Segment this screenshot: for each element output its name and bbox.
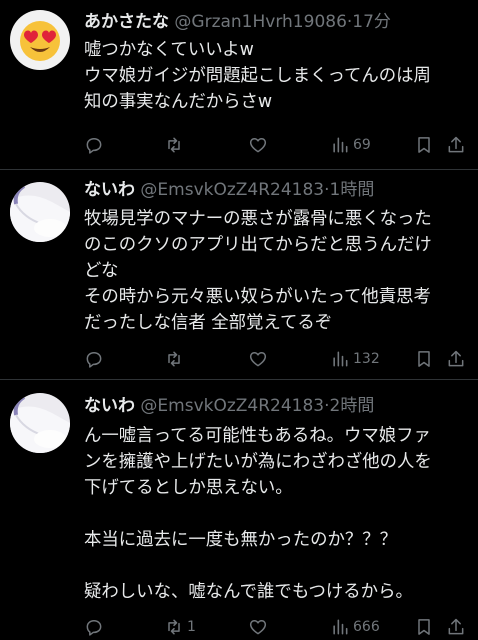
bar-chart-icon [333, 137, 348, 153]
display-name[interactable]: あかさたな [84, 12, 169, 32]
tweet-text-line: だったしな信者 全部覚えてるぞ [84, 313, 333, 333]
tweet-text: ん一嘘言ってる可能性もあるね。ウマ娘ファ ンを擁護や上げたいが為にわざわざ他の人… [84, 423, 472, 605]
bar-chart-icon [333, 351, 348, 367]
view-count: 69 [353, 137, 371, 153]
tweet[interactable]: あかさたな @Grzan1Hvrh19086·17分 嘘つかなくていいよw ウマ… [0, 0, 478, 170]
bar-chart-icon [333, 619, 348, 635]
tweet[interactable]: ないわ @EmsvkOzZ4R24183·1時間 牧場見学のマナーの悪さが露骨に… [0, 170, 478, 380]
like-button[interactable] [248, 348, 268, 370]
retweet-button[interactable] [164, 134, 184, 156]
display-name[interactable]: ないわ [84, 180, 135, 200]
share-icon [448, 618, 464, 635]
retweet-button[interactable] [164, 348, 184, 370]
tweet-text-line: ンを擁護や上げたいが為にわざわざ他の人を [84, 452, 432, 472]
reply-button[interactable] [84, 616, 104, 638]
retweet-icon [168, 351, 180, 367]
tweet-text-line: ん一嘘言ってる可能性もあるね。ウマ娘ファ [84, 426, 431, 446]
tweet-text-line: 本当に過去に一度も無かったのか？？？ [84, 530, 398, 550]
tweet-text-line: 疑わしいな、嘘なんで誰でもつけるから。 [84, 582, 413, 602]
tweet-text-line: 牧場見学のマナーの悪さが露骨に悪くなった [84, 209, 432, 229]
user-handle[interactable]: @EmsvkOzZ4R24183 [140, 180, 324, 200]
reply-icon [86, 138, 102, 154]
tweet-header: ないわ @EmsvkOzZ4R24183·1時間 [84, 178, 470, 202]
avatar[interactable] [10, 182, 70, 242]
retweet-count: 1 [187, 619, 196, 635]
tweet-text-line [84, 553, 472, 579]
heart-icon [249, 138, 267, 153]
avatar[interactable] [10, 393, 70, 453]
share-button[interactable] [446, 134, 466, 156]
bookmark-button[interactable] [414, 616, 434, 638]
reply-icon [86, 620, 102, 636]
reply-button[interactable] [84, 348, 104, 370]
share-button[interactable] [446, 348, 466, 370]
share-icon [448, 136, 464, 153]
user-handle[interactable]: @Grzan1Hvrh19086 [174, 12, 346, 32]
bookmark-icon [418, 351, 430, 367]
character-avatar-icon [10, 393, 70, 453]
share-icon [448, 350, 464, 367]
timestamp[interactable]: 1時間 [330, 180, 375, 200]
views-button[interactable]: 666 [330, 616, 380, 638]
tweet-text: 牧場見学のマナーの悪さが露骨に悪くなった のこのクソのアプリ出てからだと思うんだ… [84, 206, 472, 336]
views-button[interactable]: 69 [330, 134, 371, 156]
bookmark-button[interactable] [414, 134, 434, 156]
tweet-header: ないわ @EmsvkOzZ4R24183·2時間 [84, 394, 470, 418]
tweet-text-line: のこのクソのアプリ出てからだと思うんだけ [84, 235, 432, 255]
bookmark-icon [418, 137, 430, 153]
views-button[interactable]: 132 [330, 348, 380, 370]
like-button[interactable] [248, 616, 268, 638]
like-button[interactable] [248, 134, 268, 156]
display-name[interactable]: ないわ [84, 396, 135, 416]
tweet-text-line: 知の事実なんだからさw [84, 92, 273, 112]
tweet-actions: 132 [84, 348, 478, 372]
tweet[interactable]: ないわ @EmsvkOzZ4R24183·2時間 ん一嘘言ってる可能性もあるね。… [0, 380, 478, 640]
heart-eyes-emoji-icon [10, 10, 70, 70]
reply-button[interactable] [84, 134, 104, 156]
reply-icon [86, 352, 102, 368]
share-button[interactable] [446, 616, 466, 638]
character-avatar-icon [10, 182, 70, 242]
bookmark-button[interactable] [414, 348, 434, 370]
tweet-text-line: どな [84, 261, 119, 281]
view-count: 666 [353, 619, 380, 635]
tweet-text-line: 嘘つかなくていいよw [84, 40, 254, 60]
tweet-text: 嘘つかなくていいよw ウマ娘ガイジが問題起こしまくってんのは周 知の事実なんだか… [84, 37, 472, 115]
tweet-header: あかさたな @Grzan1Hvrh19086·17分 [84, 10, 470, 34]
tweet-text-line: ウマ娘ガイジが問題起こしまくってんのは周 [84, 66, 431, 86]
user-handle[interactable]: @EmsvkOzZ4R24183 [140, 396, 324, 416]
heart-icon [249, 620, 267, 635]
retweet-icon [168, 619, 180, 635]
heart-icon [249, 352, 267, 367]
tweet-actions: 69 [84, 134, 478, 158]
view-count: 132 [353, 351, 380, 367]
retweet-icon [168, 137, 180, 153]
tweet-text-line [84, 501, 472, 527]
tweet-actions: 1 666 [84, 616, 478, 640]
tweet-text-line: その時から元々悪い奴らがいたって他責思考 [84, 287, 431, 307]
retweet-button[interactable]: 1 [164, 616, 196, 638]
avatar[interactable] [10, 10, 70, 70]
tweet-text-line: 下げてるとしか思えない。 [84, 478, 293, 498]
timestamp[interactable]: 17分 [352, 12, 391, 32]
timestamp[interactable]: 2時間 [330, 396, 375, 416]
bookmark-icon [418, 619, 430, 635]
